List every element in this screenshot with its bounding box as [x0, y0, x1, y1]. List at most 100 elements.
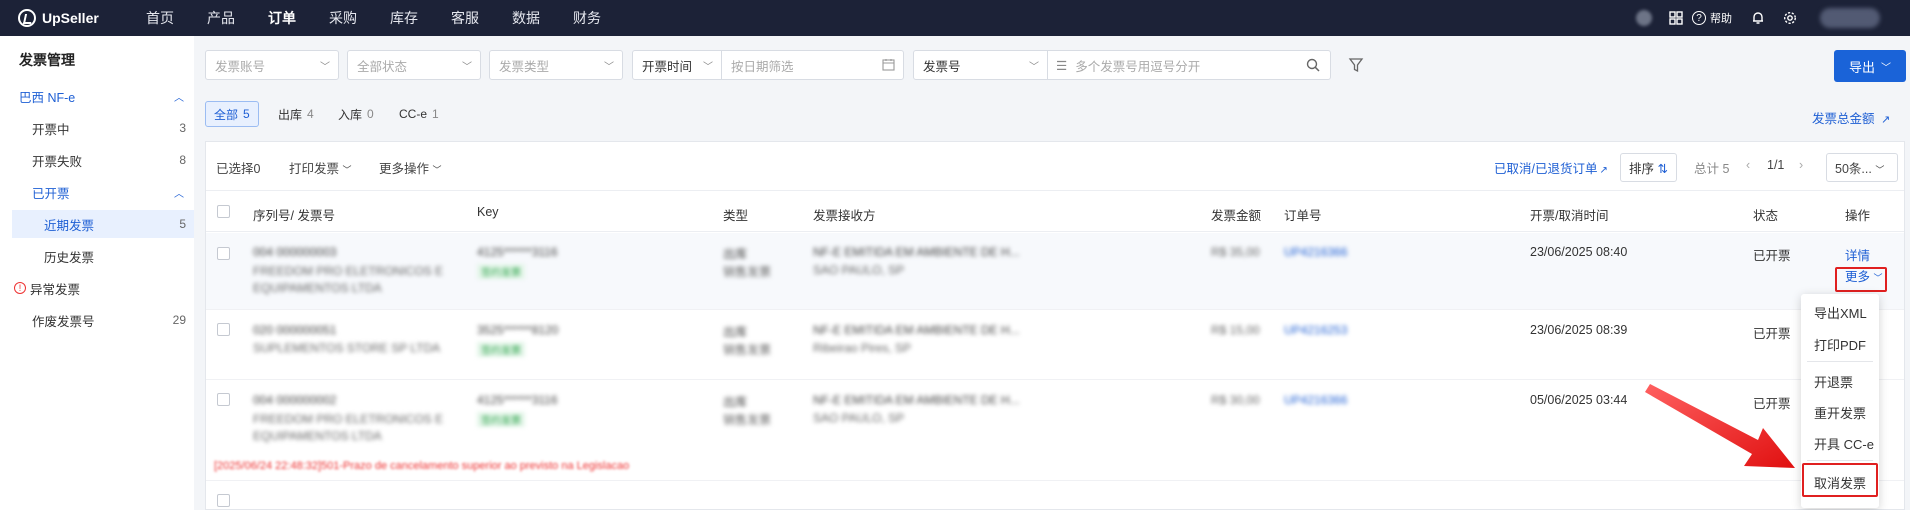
sort-button[interactable]: 排序 ⇅ — [1620, 153, 1677, 182]
chevron-down-icon: ﹀ — [604, 62, 614, 73]
gear-icon[interactable] — [1782, 10, 1798, 26]
tab-count: 0 — [367, 107, 374, 121]
sidebar-item-issuing[interactable]: 开票中 3 — [0, 114, 194, 142]
menu-item-refund-invoice[interactable]: 开退票 — [1814, 372, 1853, 391]
export-button[interactable]: 导出 ﹀ — [1834, 50, 1906, 82]
invoice-subtype: 销售发票 — [723, 343, 772, 357]
tab-all[interactable]: 全部 5 — [205, 101, 259, 127]
sidebar-item-recent-invoices[interactable]: 近期发票 5 — [12, 210, 194, 238]
more-button-highlight — [1835, 267, 1887, 292]
sidebar-item-count: 3 — [179, 121, 186, 135]
sidebar-item-failed[interactable]: 开票失败 8 — [0, 146, 194, 174]
chevron-down-icon: ﹀ — [1029, 62, 1039, 73]
bell-icon[interactable] — [1750, 10, 1766, 26]
nav-purchase[interactable]: 采购 — [329, 8, 357, 28]
recipient-name: NF-E EMITIDA EM AMBIENTE DE H... — [813, 393, 1020, 407]
tab-label: 全部 — [214, 107, 239, 122]
row-checkbox[interactable] — [217, 247, 230, 260]
apps-grid-icon[interactable] — [1668, 10, 1684, 26]
select-all-checkbox[interactable] — [217, 205, 230, 218]
col-type: 类型 — [723, 209, 749, 223]
prev-page-icon[interactable]: ‹ — [1746, 158, 1750, 172]
sidebar-group-brazil-nfe[interactable]: 巴西 NF-e ︿ — [0, 82, 194, 110]
sidebar-item-label: 作废发票号 — [32, 314, 95, 329]
top-right-tools: ? 帮助 — [1636, 0, 1910, 36]
app-name: UpSeller — [42, 10, 99, 26]
nav-finance[interactable]: 财务 — [573, 8, 601, 28]
total-count: 总计 5 — [1694, 162, 1730, 176]
sidebar-group-issued[interactable]: 已开票 ︿ — [0, 178, 194, 206]
next-page-icon[interactable]: › — [1799, 158, 1803, 172]
invoice-key: 4125******3116 — [477, 393, 558, 407]
tab-cce[interactable]: CC-e 1 — [391, 101, 447, 127]
invoice-type-select[interactable]: 发票类型 ﹀ — [489, 50, 623, 80]
cancel-invoice-highlight — [1802, 463, 1878, 497]
invoice-amount: R$ 30,00 — [1211, 393, 1260, 407]
invoice-number-search-input[interactable]: ☰ 多个发票号用逗号分开 — [1047, 50, 1331, 80]
red-arrow-icon — [1645, 384, 1795, 468]
recipient-city: Ribeirao Pires, SP — [813, 341, 912, 355]
issue-time: 23/06/2025 08:40 — [1530, 245, 1628, 259]
app-logo[interactable]: UpSeller — [18, 9, 128, 27]
invoice-amount: R$ 35,00 — [1211, 245, 1260, 259]
table-row[interactable] — [206, 482, 1904, 510]
nav-service[interactable]: 客服 — [451, 8, 479, 28]
order-number-link[interactable]: UP4216366 — [1284, 393, 1347, 407]
nav-inventory[interactable]: 库存 — [390, 8, 418, 28]
filter-funnel-icon[interactable] — [1348, 57, 1364, 73]
invoice-total-amount-link[interactable]: 发票总金额 ↗ — [1812, 108, 1890, 127]
table-row[interactable]: 020 000000051 SUPLEMENTOS STORE SP LTDA … — [206, 311, 1904, 380]
invoice-tag: 签约发票 — [477, 412, 525, 427]
menu-item-issue-cce[interactable]: 开具 CC-e — [1814, 434, 1874, 453]
invoice-type: 出库 — [723, 325, 748, 339]
chevron-down-icon: ﹀ — [703, 62, 713, 73]
nav-orders[interactable]: 订单 — [268, 8, 296, 28]
row-checkbox[interactable] — [217, 393, 230, 406]
menu-divider — [1807, 460, 1873, 461]
chevron-down-icon: ﹀ — [432, 165, 442, 175]
external-link-icon: ↗ — [1881, 114, 1891, 126]
user-avatar[interactable] — [1820, 8, 1880, 28]
sidebar-item-voided[interactable]: 作废发票号 29 — [0, 306, 194, 334]
chevron-up-icon: ︿ — [174, 188, 184, 200]
menu-item-export-xml[interactable]: 导出XML — [1814, 303, 1867, 322]
chevron-down-icon: ﹀ — [320, 62, 330, 73]
date-range-input[interactable]: 按日期筛选 — [721, 50, 904, 80]
table-row[interactable]: 004 000000003 FREEDOM PRO ELETRONICOS E … — [206, 233, 1904, 310]
cancelled-orders-link[interactable]: 已取消/已退货订单 ↗ — [1494, 158, 1608, 177]
sidebar-item-abnormal[interactable]: ! 异常发票 — [0, 274, 194, 302]
status-select[interactable]: 全部状态 ﹀ — [347, 50, 481, 80]
row-checkbox[interactable] — [217, 323, 230, 336]
search-icon[interactable] — [1306, 58, 1320, 75]
search-field-select[interactable]: 发票号 ﹀ — [913, 50, 1048, 80]
detail-link[interactable]: 详情 — [1845, 245, 1870, 264]
page-size-select[interactable]: 50条... ﹀ — [1826, 153, 1898, 182]
invoice-type: 出库 — [723, 395, 748, 409]
menu-item-reissue-invoice[interactable]: 重开发票 — [1814, 403, 1866, 422]
time-type-select[interactable]: 开票时间 ﹀ — [632, 50, 722, 80]
store-avatar[interactable] — [1636, 10, 1652, 26]
help-button[interactable]: ? 帮助 — [1692, 10, 1732, 26]
recipient-name: NF-E EMITIDA EM AMBIENTE DE H... — [813, 323, 1020, 337]
tab-inbound[interactable]: 入库 0 — [330, 101, 382, 127]
row-checkbox[interactable] — [217, 494, 230, 507]
sidebar-item-count: 8 — [179, 153, 186, 167]
col-status: 状态 — [1753, 209, 1779, 223]
nav-home[interactable]: 首页 — [146, 8, 174, 28]
more-operations-dropdown[interactable]: 更多操作 ﹀ — [379, 158, 442, 177]
company-name: SUPLEMENTOS STORE SP LTDA — [253, 341, 441, 355]
link-label: 发票总金额 — [1812, 112, 1875, 126]
select-placeholder: 发票类型 — [499, 59, 550, 74]
menu-item-print-pdf[interactable]: 打印PDF — [1814, 335, 1866, 354]
invoice-tag: 签约发票 — [477, 264, 525, 279]
sidebar-item-history-invoices[interactable]: 历史发票 — [0, 242, 194, 270]
invoice-account-select[interactable]: 发票账号 ﹀ — [205, 50, 339, 80]
print-invoice-dropdown[interactable]: 打印发票 ﹀ — [289, 158, 352, 177]
status-text: 已开票 — [1753, 327, 1791, 341]
nav-data[interactable]: 数据 — [512, 8, 540, 28]
tab-outbound[interactable]: 出库 4 — [270, 101, 322, 127]
invoice-amount: R$ 15,00 — [1211, 323, 1260, 337]
order-number-link[interactable]: UP4216366 — [1284, 245, 1347, 259]
order-number-link[interactable]: UP4216253 — [1284, 323, 1347, 337]
nav-products[interactable]: 产品 — [207, 8, 235, 28]
